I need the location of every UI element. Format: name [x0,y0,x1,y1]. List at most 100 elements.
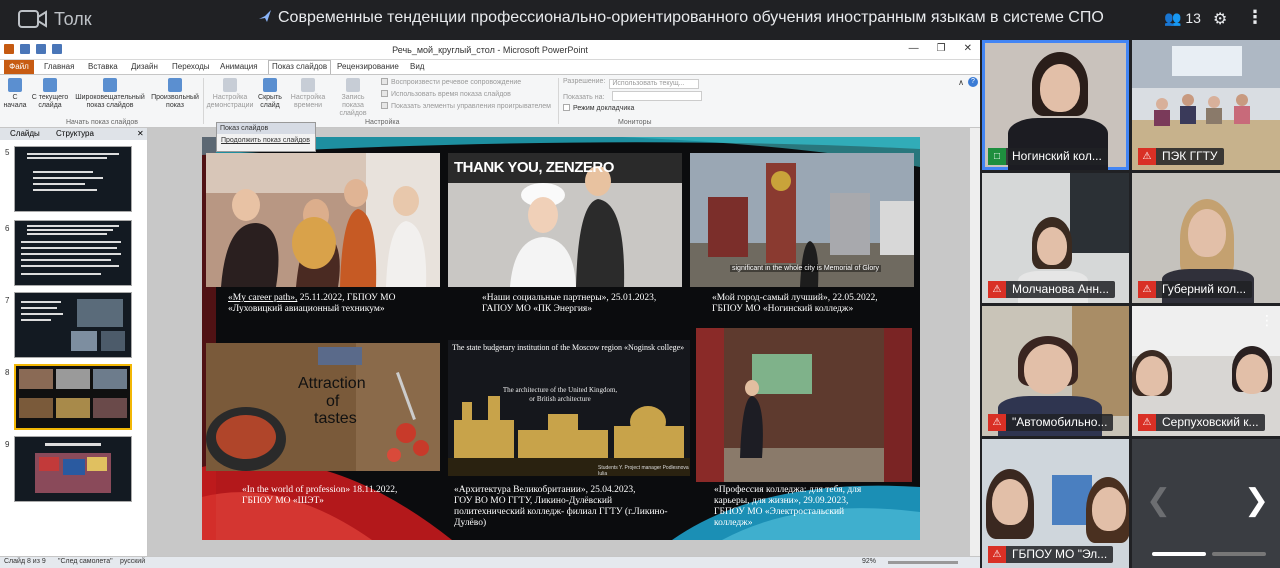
restore-icon[interactable]: ❐ [937,43,946,54]
gear-icon[interactable]: ⚙ [1213,9,1227,29]
participant-tile-5[interactable]: ⚠ "Автомобильно... [982,306,1129,436]
hide-slide-icon [263,78,277,92]
more-menu-icon[interactable]: ⋮ [1246,7,1264,28]
pagination-tile: ❮ ❯ [1132,439,1280,568]
resolution-label: Разрешение: [563,78,606,85]
show-on-select[interactable]: Показать на: [563,91,703,101]
caption-2-title: «Наши социальные партнеры», 25.01.2023, [482,293,657,303]
caption-1: «My career path», 25.11.2022, ГБПОУ МО «Л… [228,293,440,315]
caption-4: «In the world of profession» 18.11.2022,… [242,485,442,507]
caption-5: «Архитектура Великобритании», 25.04.2023… [454,485,694,529]
status-language[interactable]: русский [120,558,145,565]
tab-outline[interactable]: Структура [56,129,94,138]
hide-slide-label: Скрыть слайд [258,94,282,109]
thumbnail-content [15,293,131,357]
timings-checkbox[interactable]: Использовать время показа слайдов [381,90,511,98]
minimize-icon[interactable]: — [909,43,919,54]
background-tv [1070,173,1129,253]
participant-name-badge: ⚠ ПЭК ГГТУ [1138,148,1224,165]
from-start-button[interactable]: С начала [2,78,28,110]
tab-animation[interactable]: Анимация [220,62,258,71]
slide-thumbnail-7[interactable] [14,292,132,358]
caption-6-title: «Профессия колледжа: для тебя, для [714,485,862,495]
collapse-ribbon-icon[interactable]: ∧ [958,78,964,87]
participant-tile-2[interactable]: ⚠ ПЭК ГГТУ [1132,40,1280,170]
close-icon[interactable]: ✕ [964,43,972,54]
narration-label: Воспроизвести речевое сопровождение [391,79,522,86]
custom-show-button[interactable]: Произвольный показ [150,78,200,110]
slide-thumbnail-8[interactable] [14,364,132,430]
caption-1-title: «My career path», [228,293,298,303]
photo-caption-thankyou: THANK YOU, ZENZERO [454,159,614,176]
caption-3-org: ГБПОУ МО «Ногинский колледж» [712,304,854,314]
setup-button[interactable]: Настройка демонстрации [206,78,254,110]
meeting-title-text: Современные тенденции профессионально-ор… [278,9,1104,26]
narration-checkbox[interactable]: Воспроизвести речевое сопровождение [381,78,521,86]
popup-title: Показ слайдов [217,123,315,134]
caption-3: «Мой город-самый лучший», 22.05.2022, ГБП… [712,293,916,315]
close-panel-icon[interactable]: ✕ [137,129,144,138]
custom-show-icon [168,78,182,92]
rehearse-label: Настройка времени [290,94,326,109]
checkbox-box [381,78,388,85]
checkbox-box [563,104,570,111]
attraction-text-1: Attraction [298,375,366,392]
from-start-label: С начала [3,94,27,109]
more-options-icon[interactable]: ⋮ [1260,312,1274,329]
architecture-illustration [448,396,690,476]
participant-tile-7[interactable]: ⚠ ГБПОУ МО "Эл... [982,439,1129,568]
resolution-value: Использовать текущ... [609,79,700,89]
tab-slideshow[interactable]: Показ слайдов [268,60,332,74]
page-indicator-active [1152,552,1206,556]
slide-thumbnail-9[interactable] [14,436,132,502]
tab-insert[interactable]: Вставка [88,62,118,71]
participants-button[interactable]: 👥 13 [1164,10,1201,27]
record-icon [346,78,360,92]
status-zoom[interactable]: 92% [862,558,876,565]
participant-name: Ногинский кол... [1012,149,1102,163]
prev-page-icon[interactable]: ❮ [1146,483,1171,518]
record-button[interactable]: Запись показа слайдов [330,78,376,118]
slide-thumbnail-5[interactable] [14,146,132,212]
continue-slideshow-link[interactable]: Продолжить показ слайдов [217,134,315,147]
help-icon[interactable]: ? [968,77,978,87]
resolution-select[interactable]: Разрешение: Использовать текущ... [563,78,700,89]
current-slide[interactable]: THANK YOU, ZENZERO significant in the wh… [202,137,920,540]
participant-name-badge: ⚠ "Автомобильно... [988,414,1114,431]
show-on-label: Показать на: [563,94,605,101]
participant-tile-1[interactable]: □ Ногинский кол... [982,40,1129,170]
tab-transitions[interactable]: Переходы [172,62,210,71]
participant-tile-6[interactable]: ⋮ ⚠ Серпуховский к... [1132,306,1280,436]
tab-design[interactable]: Дизайн [131,62,158,71]
caption-2-org: ГАПОУ МО «ПК Энергия» [482,304,593,314]
slide-number: 7 [5,296,10,305]
photo-hairdressing [206,153,440,287]
rehearse-button[interactable]: Настройка времени [287,78,329,110]
powerpoint-titlebar: Речь_мой_круглый_стол - Microsoft PowerP… [0,40,980,60]
next-page-icon[interactable]: ❯ [1244,483,1269,518]
hide-slide-button[interactable]: Скрыть слайд [256,78,284,110]
broadcast-button[interactable]: Широковещательный показ слайдов [72,78,148,110]
participant-name-badge: ⚠ Молчанова Анн... [988,281,1116,298]
participant-tile-3[interactable]: ⚠ Молчанова Анн... [982,173,1129,303]
mic-off-icon: ⚠ [1138,148,1156,165]
presenter-view-checkbox[interactable]: Режим докладчика [563,104,634,112]
participants-grid: □ Ногинский кол... ⚠ ПЭК ГГТУ ⚠ Молчанова А… [982,40,1280,568]
from-current-button[interactable]: С текущего слайда [30,78,70,110]
app-brand: Толк [54,9,92,29]
tab-review[interactable]: Рецензирование [337,62,399,71]
participant-name: Губерний кол... [1162,282,1247,296]
participant-tile-4[interactable]: ⚠ Губерний кол... [1132,173,1280,303]
participants-count: 13 [1185,10,1201,26]
tab-slides[interactable]: Слайды [10,129,40,138]
media-controls-checkbox[interactable]: Показать элементы управления проигрывате… [381,102,551,110]
thumbnail-content [15,221,131,285]
zoom-slider[interactable] [888,561,958,564]
tab-file[interactable]: Файл [4,60,34,74]
tab-view[interactable]: Вид [410,62,424,71]
thumbnail-content [15,437,131,501]
slide-thumbnail-6[interactable] [14,220,132,286]
vertical-scrollbar[interactable] [970,128,980,556]
participant-face [1040,64,1080,112]
tab-home[interactable]: Главная [44,62,74,71]
